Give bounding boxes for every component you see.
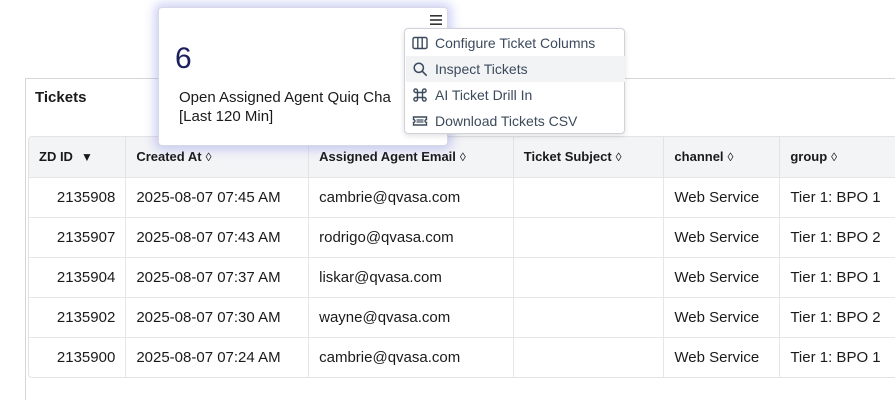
cell-group: Tier 1: BPO 1 (779, 337, 895, 377)
column-header-ticket-subject[interactable]: Ticket Subject ◊ (513, 137, 665, 177)
cell-channel: Web Service (663, 177, 781, 217)
tickets-table: ZD ID ▼ Created At ◊ Assigned Agent Email ◊… (29, 137, 895, 377)
column-header-channel[interactable]: channel ◊ (663, 137, 781, 177)
menu-item-ai-ticket-drill-in[interactable]: AI Ticket Drill In (406, 82, 625, 108)
menu-item-inspect-tickets[interactable]: Inspect Tickets (406, 56, 625, 82)
columns-icon (412, 36, 428, 50)
menu-item-download-tickets-csv[interactable]: Download Tickets CSV (406, 108, 625, 134)
cell-group: Tier 1: BPO 2 (779, 297, 895, 337)
tickets-table-wrap: ZD ID ▼ Created At ◊ Assigned Agent Email ◊… (28, 136, 895, 378)
cell-zd-id: 2135908 (29, 177, 127, 217)
table-row[interactable]: 2135900 2025-08-07 07:24 AM cambrie@qvas… (29, 337, 895, 377)
table-row[interactable]: 2135902 2025-08-07 07:30 AM wayne@qvasa.… (29, 297, 895, 337)
cell-created-at: 2025-08-07 07:30 AM (125, 297, 310, 337)
cell-channel: Web Service (663, 257, 781, 297)
sort-icon[interactable]: ◊ (616, 150, 622, 164)
sort-icon[interactable]: ◊ (206, 150, 212, 164)
cell-agent-email: rodrigo@qvasa.com (308, 217, 514, 257)
cell-group: Tier 1: BPO 1 (779, 177, 895, 217)
column-header-group[interactable]: group ◊ (779, 137, 895, 177)
cell-group: Tier 1: BPO 2 (779, 217, 895, 257)
cell-group: Tier 1: BPO 1 (779, 257, 895, 297)
search-icon (413, 62, 427, 76)
cell-agent-email: liskar@qvasa.com (308, 257, 514, 297)
table-row[interactable]: 2135907 2025-08-07 07:43 AM rodrigo@qvas… (29, 217, 895, 257)
cell-ticket-subject (513, 177, 665, 217)
hamburger-menu-icon[interactable] (429, 13, 443, 27)
cell-channel: Web Service (663, 297, 781, 337)
sort-icon[interactable]: ◊ (831, 150, 837, 164)
kpi-actions-menu: Configure Ticket Columns Inspect Tickets… (404, 28, 625, 134)
cell-ticket-subject (513, 257, 665, 297)
sort-icon[interactable]: ◊ (460, 150, 466, 164)
panel-title: Tickets (35, 89, 87, 106)
cell-zd-id: 2135902 (29, 297, 127, 337)
cell-channel: Web Service (663, 217, 781, 257)
cell-zd-id: 2135900 (29, 337, 127, 377)
ticket-icon (412, 116, 428, 126)
cell-ticket-subject (513, 337, 665, 377)
cell-zd-id: 2135904 (29, 257, 127, 297)
cell-channel: Web Service (663, 337, 781, 377)
cell-agent-email: cambrie@qvasa.com (308, 177, 514, 217)
column-header-zd-id[interactable]: ZD ID ▼ (29, 137, 127, 177)
menu-item-configure-ticket-columns[interactable]: Configure Ticket Columns (406, 30, 625, 56)
table-row[interactable]: 2135908 2025-08-07 07:45 AM cambrie@qvas… (29, 177, 895, 217)
table-row[interactable]: 2135904 2025-08-07 07:37 AM liskar@qvasa… (29, 257, 895, 297)
cell-agent-email: wayne@qvasa.com (308, 297, 514, 337)
sort-desc-icon[interactable]: ▼ (81, 150, 93, 164)
cell-created-at: 2025-08-07 07:45 AM (125, 177, 310, 217)
cell-created-at: 2025-08-07 07:24 AM (125, 337, 310, 377)
sort-icon[interactable]: ◊ (728, 150, 734, 164)
kpi-value: 6 (175, 42, 192, 75)
cell-zd-id: 2135907 (29, 217, 127, 257)
cell-created-at: 2025-08-07 07:37 AM (125, 257, 310, 297)
cell-agent-email: cambrie@qvasa.com (308, 337, 514, 377)
cell-ticket-subject (513, 217, 665, 257)
command-icon (413, 88, 427, 102)
cell-ticket-subject (513, 297, 665, 337)
cell-created-at: 2025-08-07 07:43 AM (125, 217, 310, 257)
